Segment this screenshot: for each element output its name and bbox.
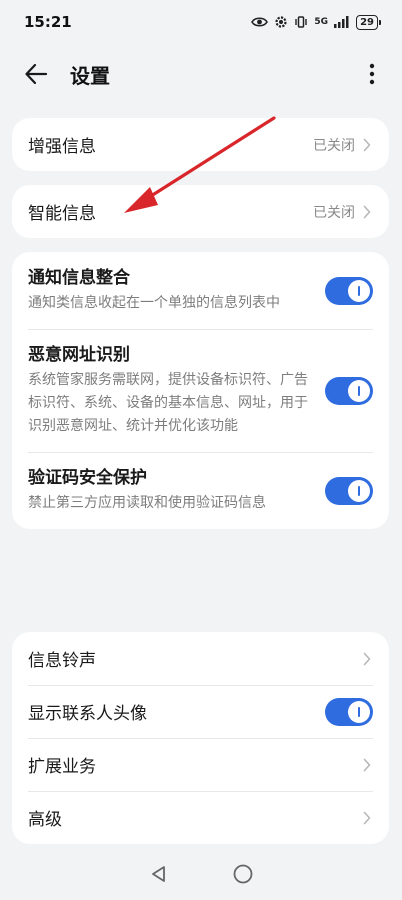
row-captcha-protect[interactable]: 验证码安全保护 禁止第三方应用读取和使用验证码信息 <box>12 452 389 529</box>
row-malicious-url[interactable]: 恶意网址识别 系统管家服务需联网，提供设备标识符、广告标识符、系统、设备的基本信… <box>12 329 389 452</box>
eye-icon <box>251 16 269 28</box>
vibrate-icon <box>294 15 308 29</box>
gear-status-icon <box>274 15 288 29</box>
row-title: 恶意网址识别 <box>28 345 130 365</box>
row-advanced[interactable]: 高级 <box>12 791 389 844</box>
signal-icon <box>334 16 350 28</box>
toggle-knob <box>348 479 370 502</box>
malicious-url-toggle[interactable] <box>325 376 373 405</box>
status-bar: 15:21 5G 29 <box>0 0 402 44</box>
status-time: 15:21 <box>24 13 72 31</box>
row-label: 显示联系人头像 <box>28 704 147 724</box>
row-notify-merge[interactable]: 通知信息整合 通知类信息收起在一个单独的信息列表中 <box>12 252 389 329</box>
card-smart-info: 智能信息 已关闭 <box>12 185 389 238</box>
row-title: 验证码安全保护 <box>28 468 147 488</box>
row-extended-services[interactable]: 扩展业务 <box>12 738 389 791</box>
nav-home-button[interactable] <box>230 861 256 887</box>
system-nav-bar <box>0 848 402 900</box>
notify-merge-toggle[interactable] <box>325 276 373 305</box>
row-title: 通知信息整合 <box>28 268 130 288</box>
row-value: 已关闭 <box>313 204 355 221</box>
chevron-right-icon <box>363 810 373 826</box>
row-label: 高级 <box>28 810 62 830</box>
chevron-right-icon <box>363 651 373 667</box>
status-icons: 5G 29 <box>251 14 381 30</box>
row-text: 通知信息整合 通知类信息收起在一个单独的信息列表中 <box>28 266 325 315</box>
arrow-left-icon <box>25 63 48 85</box>
network-type: 5G <box>314 17 329 27</box>
row-description: 系统管家服务需联网，提供设备标识符、广告标识符、系统、设备的基本信息、网址，用于… <box>28 372 308 434</box>
row-label: 扩展业务 <box>28 757 96 777</box>
back-button[interactable] <box>24 58 56 90</box>
app-header: 设置 <box>0 48 402 100</box>
row-enhanced-info[interactable]: 增强信息 已关闭 <box>12 118 389 171</box>
card-enhanced-info: 增强信息 已关闭 <box>12 118 389 171</box>
row-label: 智能信息 <box>28 204 96 224</box>
page-title: 设置 <box>70 63 110 88</box>
card-misc-settings: 信息铃声 显示联系人头像 扩展业务 高级 <box>12 632 389 844</box>
row-contact-avatar[interactable]: 显示联系人头像 <box>12 685 389 738</box>
home-circle-icon <box>233 864 253 884</box>
toggle-knob <box>348 700 370 723</box>
contact-avatar-toggle[interactable] <box>325 697 373 726</box>
row-label: 信息铃声 <box>28 651 96 671</box>
captcha-protect-toggle[interactable] <box>325 476 373 505</box>
row-description: 通知类信息收起在一个单独的信息列表中 <box>28 295 280 311</box>
row-smart-info[interactable]: 智能信息 已关闭 <box>12 185 389 238</box>
toggle-knob <box>348 279 370 302</box>
row-description: 禁止第三方应用读取和使用验证码信息 <box>28 495 266 511</box>
row-text: 验证码安全保护 禁止第三方应用读取和使用验证码信息 <box>28 466 325 515</box>
row-value: 已关闭 <box>313 137 355 154</box>
row-ringtone[interactable]: 信息铃声 <box>12 632 389 685</box>
row-label: 增强信息 <box>28 137 96 157</box>
battery-icon: 29 <box>356 14 381 30</box>
more-vertical-icon <box>369 63 375 85</box>
more-options-button[interactable] <box>358 58 386 90</box>
chevron-right-icon <box>363 137 373 153</box>
toggle-knob <box>348 379 370 402</box>
chevron-right-icon <box>363 757 373 773</box>
chevron-right-icon <box>363 204 373 220</box>
back-triangle-icon <box>152 866 165 882</box>
card-security-settings: 通知信息整合 通知类信息收起在一个单独的信息列表中 恶意网址识别 系统管家服务需… <box>12 252 389 529</box>
nav-back-button[interactable] <box>146 861 172 887</box>
row-text: 恶意网址识别 系统管家服务需联网，提供设备标识符、广告标识符、系统、设备的基本信… <box>28 343 325 438</box>
